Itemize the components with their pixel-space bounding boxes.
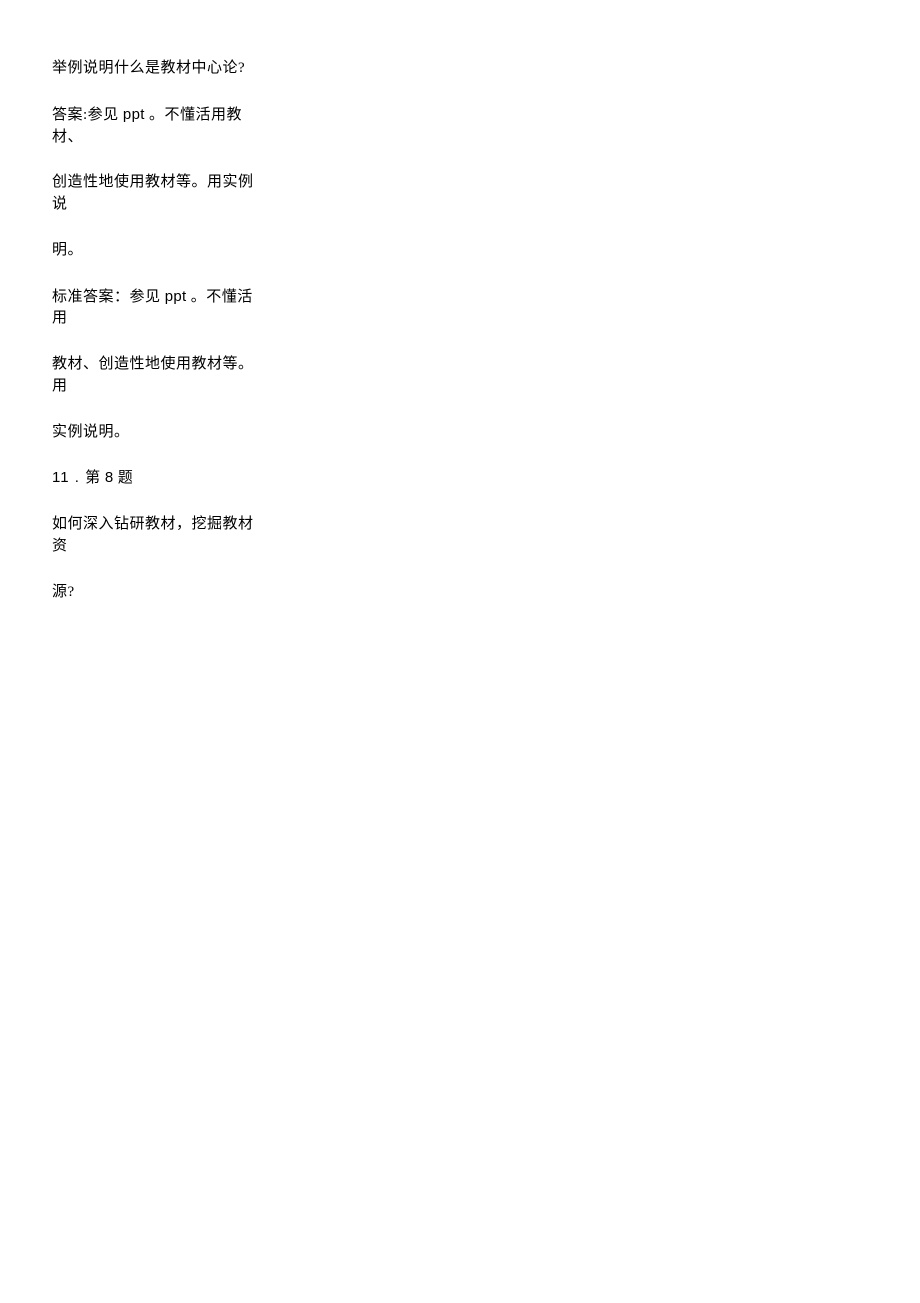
text: 如何深入钻研教材，挖掘教材资 — [52, 516, 254, 554]
paragraph-2: 答案:参见 ppt 。不懂活用教材、 — [52, 104, 257, 149]
paragraph-3: 创造性地使用教材等。用实例说 — [52, 172, 257, 216]
paragraph-9: 如何深入钻研教材，挖掘教材资 — [52, 514, 257, 558]
question-number: 11 . — [52, 469, 85, 486]
text-prefix: 第 — [85, 470, 105, 486]
text: 举例说明什么是教材中心论? — [52, 60, 245, 76]
latin-text: 8 — [105, 469, 114, 486]
text: 明。 — [52, 242, 83, 258]
latin-text: ppt — [165, 288, 187, 305]
paragraph-10: 源? — [52, 582, 257, 604]
document-content: 举例说明什么是教材中心论? 答案:参见 ppt 。不懂活用教材、 创造性地使用教… — [52, 58, 257, 603]
text-prefix: 标准答案：参见 — [52, 289, 165, 305]
paragraph-8-question-number: 11 . 第 8 题 — [52, 467, 257, 490]
text-suffix: 题 — [114, 470, 134, 486]
paragraph-5: 标准答案：参见 ppt 。不懂活用 — [52, 286, 257, 331]
latin-text: ppt — [123, 106, 145, 123]
text: 创造性地使用教材等。用实例说 — [52, 174, 254, 212]
paragraph-6: 教材、创造性地使用教材等。用 — [52, 354, 257, 398]
paragraph-7: 实例说明。 — [52, 422, 257, 444]
paragraph-1: 举例说明什么是教材中心论? — [52, 58, 257, 80]
text: 实例说明。 — [52, 424, 130, 440]
text: 源? — [52, 584, 75, 600]
text: 教材、创造性地使用教材等。用 — [52, 356, 254, 394]
text-prefix: 答案:参见 — [52, 107, 123, 123]
paragraph-4: 明。 — [52, 240, 257, 262]
